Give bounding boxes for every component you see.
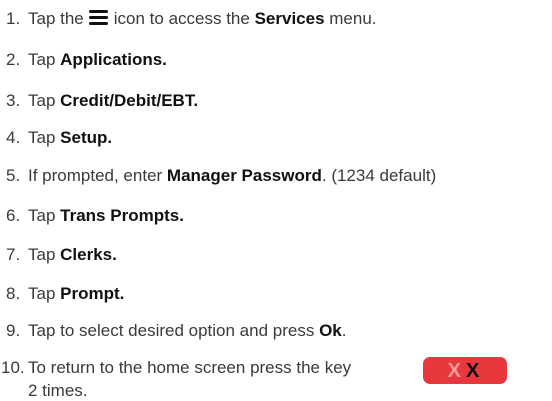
step-text: Tap Credit/Debit/EBT. bbox=[28, 91, 199, 110]
step-10-continuation: 2 times. bbox=[28, 381, 88, 400]
step-8: 8. Tap Prompt. bbox=[0, 277, 552, 311]
x-glyph: X bbox=[466, 359, 483, 382]
step-text: Tap to select desired option and press O… bbox=[28, 321, 347, 340]
step-number: 2. bbox=[6, 50, 21, 69]
step-text: Tap Prompt. bbox=[28, 284, 125, 303]
step-number: 1. bbox=[6, 9, 21, 28]
cancel-key-icon: XX bbox=[423, 357, 507, 384]
step-3: 3. Tap Credit/Debit/EBT. bbox=[0, 84, 552, 118]
step-9: 9. Tap to select desired option and pres… bbox=[0, 314, 552, 348]
x-glyph: X bbox=[447, 359, 464, 382]
step-text: If prompted, enter Manager Password. (12… bbox=[28, 166, 437, 185]
step-1: 1. Tap the icon to access the Services me… bbox=[0, 2, 552, 36]
step-text: Tap the icon to access the Services menu. bbox=[28, 9, 377, 28]
step-number: 9. bbox=[6, 321, 21, 340]
step-number: 10. bbox=[1, 358, 25, 377]
step-number: 4. bbox=[6, 128, 21, 147]
step-number: 6. bbox=[6, 206, 21, 225]
step-5: 5. If prompted, enter Manager Password. … bbox=[0, 159, 552, 193]
step-number: 5. bbox=[6, 166, 21, 185]
step-text: Tap Applications. bbox=[28, 50, 167, 69]
step-text: To return to the home screen press the k… bbox=[28, 358, 352, 377]
hamburger-menu-icon bbox=[88, 10, 108, 25]
step-text: Tap Trans Prompts. bbox=[28, 206, 184, 225]
step-number: 7. bbox=[6, 245, 21, 264]
step-text: Tap Clerks. bbox=[28, 245, 117, 264]
step-2: 2. Tap Applications. bbox=[0, 43, 552, 77]
step-4: 4. Tap Setup. bbox=[0, 121, 552, 155]
step-6: 6. Tap Trans Prompts. bbox=[0, 199, 552, 233]
step-7: 7. Tap Clerks. bbox=[0, 238, 552, 272]
step-text: Tap Setup. bbox=[28, 128, 113, 147]
step-number: 3. bbox=[6, 91, 21, 110]
step-number: 8. bbox=[6, 284, 21, 303]
